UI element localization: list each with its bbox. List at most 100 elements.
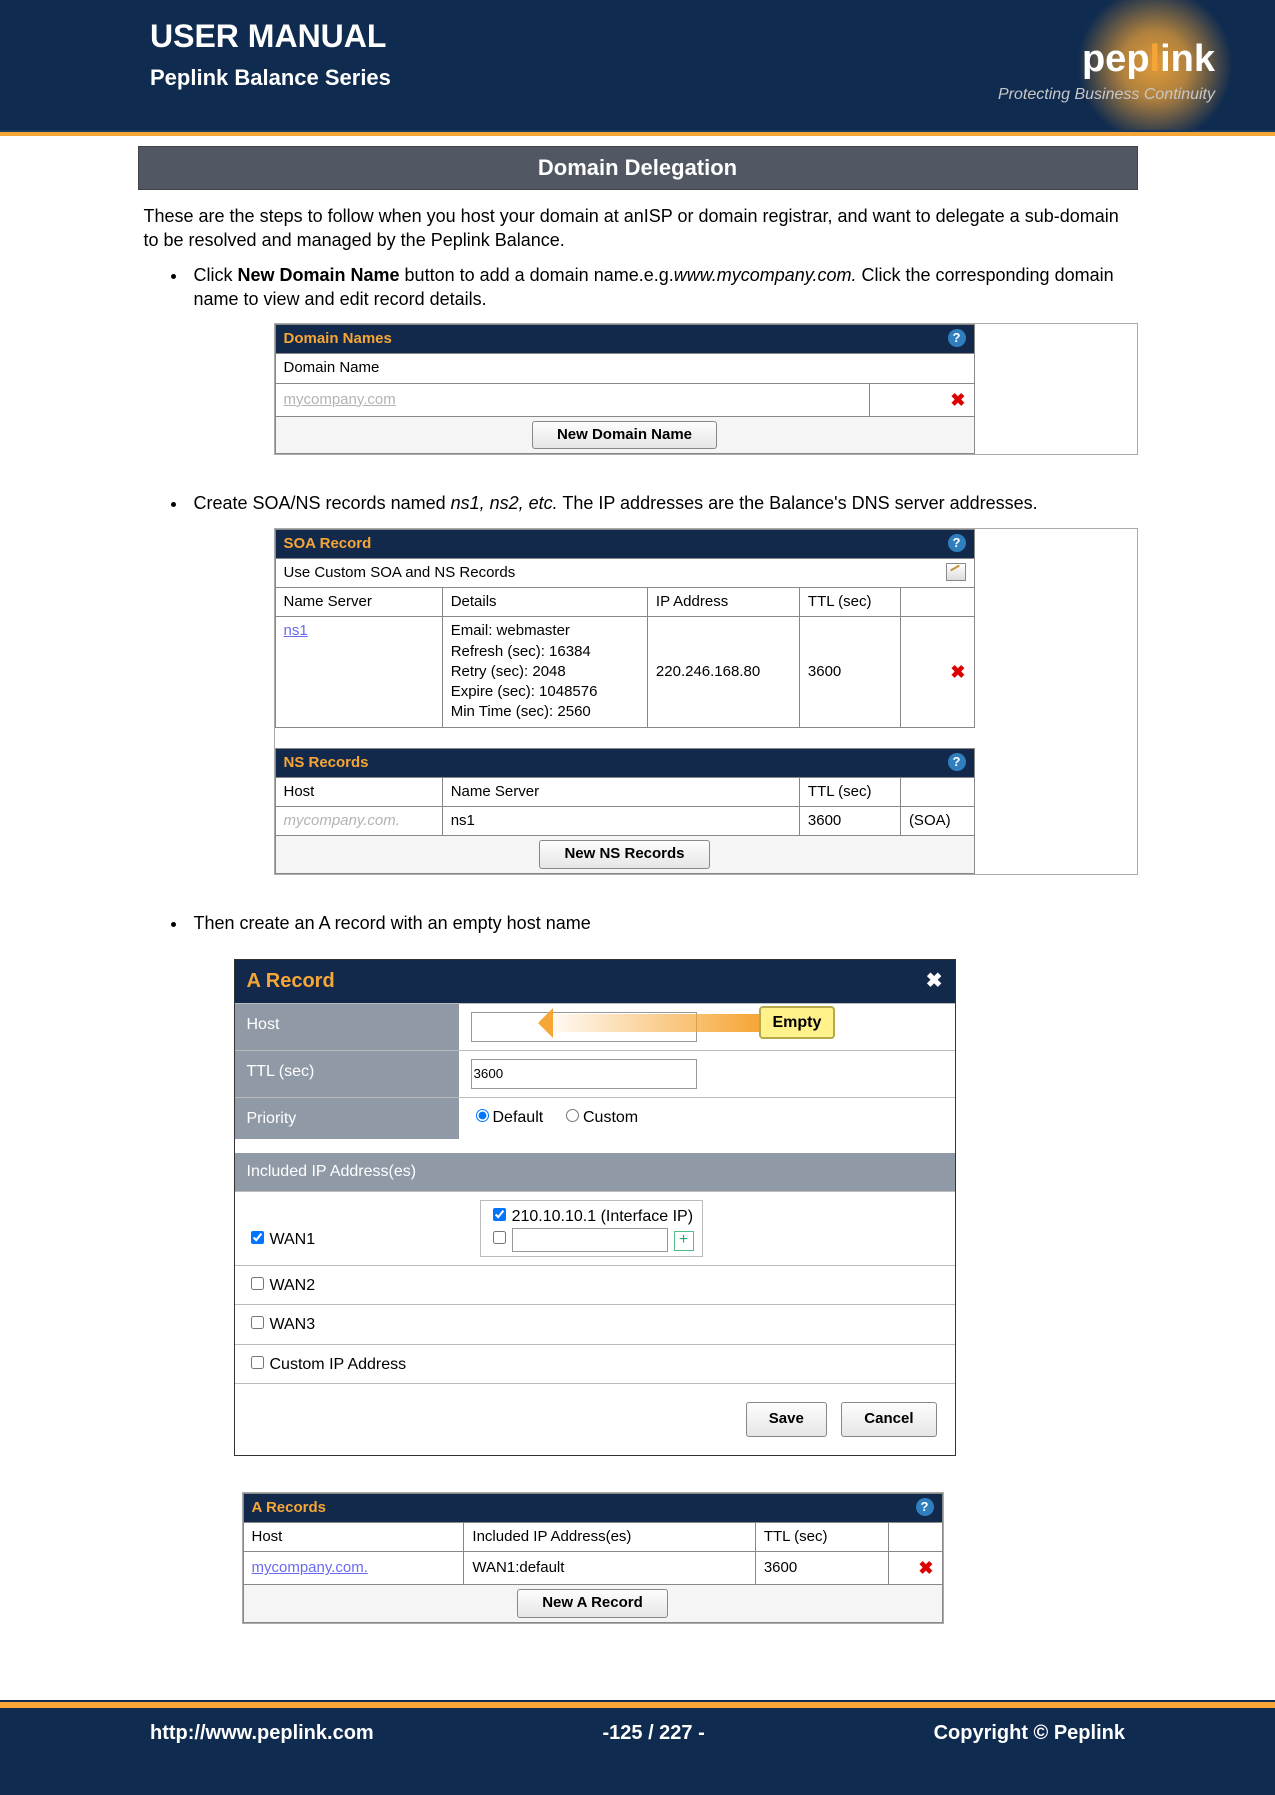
- custom-ip-text: Custom IP Address: [270, 1356, 407, 1373]
- soa-ns-link[interactable]: ns1: [284, 622, 308, 639]
- fig2-soa-col0: Name Server: [275, 588, 442, 617]
- wan1-ip-extra-input[interactable]: [512, 1228, 668, 1252]
- brand-tagline: Protecting Business Continuity: [998, 86, 1215, 104]
- ns-host: mycompany.com.: [284, 812, 400, 829]
- step1-pre: Click: [194, 265, 238, 285]
- a-record-inc: WAN1:default: [464, 1552, 755, 1585]
- step-3: Then create an A record with an empty ho…: [188, 911, 1138, 1624]
- fig4-col2: TTL (sec): [755, 1522, 889, 1551]
- brand-mid: l: [1150, 38, 1161, 80]
- soa-details: Email: webmaster Refresh (sec): 16384 Re…: [442, 617, 647, 727]
- figure-a-records-table: A Records? Host Included IP Address(es) …: [242, 1492, 944, 1624]
- help-icon[interactable]: ?: [916, 1498, 934, 1516]
- step2-pre: Create SOA/NS records named: [194, 493, 451, 513]
- help-icon[interactable]: ?: [948, 534, 966, 552]
- ttl-input[interactable]: [471, 1059, 697, 1089]
- fig2-soa-title: SOA Record?: [275, 529, 974, 558]
- domain-link[interactable]: mycompany.com: [284, 391, 396, 408]
- soa-ttl: 3600: [799, 617, 900, 727]
- fig4-col1: Included IP Address(es): [464, 1522, 755, 1551]
- step1-italic: www.mycompany.com.: [674, 265, 857, 285]
- priority-custom-radio[interactable]: [566, 1109, 579, 1122]
- footer-bar: http://www.peplink.com -125 / 227 - Copy…: [0, 1708, 1275, 1795]
- a-record-host-link[interactable]: mycompany.com.: [252, 1559, 368, 1576]
- fig2-ns-title: NS Records?: [275, 748, 974, 777]
- section-title: Domain Delegation: [138, 146, 1138, 190]
- footer-copy: Copyright © Peplink: [934, 1722, 1125, 1745]
- help-icon[interactable]: ?: [948, 753, 966, 771]
- doc-title: USER MANUAL: [150, 18, 391, 55]
- step3-text: Then create an A record with an empty ho…: [194, 913, 591, 933]
- fig2-ns-col2: TTL (sec): [799, 777, 900, 806]
- header-bar: USER MANUAL Peplink Balance Series pepli…: [0, 0, 1275, 130]
- custom-ip-checkbox[interactable]: [251, 1356, 264, 1369]
- brand-pre: pep: [1082, 38, 1150, 80]
- step-2: Create SOA/NS records named ns1, ns2, et…: [188, 491, 1138, 874]
- empty-callout: Empty: [759, 1006, 836, 1040]
- save-button[interactable]: Save: [746, 1402, 827, 1436]
- a-record-title: A Record: [247, 970, 335, 992]
- wan2-checkbox[interactable]: [251, 1277, 264, 1290]
- doc-subtitle: Peplink Balance Series: [150, 65, 391, 91]
- add-ip-button[interactable]: +: [674, 1231, 694, 1251]
- wan1-ip-checkbox[interactable]: [493, 1208, 506, 1221]
- host-label: Host: [235, 1004, 459, 1050]
- fig2-soa-col1: Details: [442, 588, 647, 617]
- cancel-button[interactable]: Cancel: [841, 1402, 936, 1436]
- close-button[interactable]: ✖: [926, 968, 943, 995]
- priority-default-text: Default: [493, 1109, 544, 1126]
- priority-label: Priority: [235, 1098, 459, 1140]
- step1-bold: New Domain Name: [238, 265, 400, 285]
- wan1-text: WAN1: [270, 1231, 316, 1248]
- fig2-soa-title-text: SOA Record: [284, 535, 372, 552]
- delete-soa-button[interactable]: ✖: [950, 660, 965, 684]
- fig2-soa-col3: TTL (sec): [799, 588, 900, 617]
- step2-italic: ns1, ns2, etc.: [451, 493, 558, 513]
- fig2-ns-col1: Name Server: [442, 777, 799, 806]
- included-ip-label: Included IP Address(es): [235, 1153, 955, 1191]
- fig2-ns-col3: [900, 777, 974, 806]
- wan1-ip-extra-checkbox[interactable]: [493, 1231, 506, 1244]
- edit-icon[interactable]: [946, 563, 966, 581]
- soa-ip: 220.246.168.80: [647, 617, 799, 727]
- priority-custom-text: Custom: [583, 1109, 638, 1126]
- fig2-soa-col2: IP Address: [647, 588, 799, 617]
- new-a-record-button[interactable]: New A Record: [517, 1589, 668, 1617]
- figure-a-record-form: A Record ✖ Host Empty TTL (sec): [234, 959, 956, 1456]
- fig1-title: Domain Names?: [275, 325, 974, 354]
- wan3-text: WAN3: [270, 1316, 316, 1333]
- ttl-label: TTL (sec): [235, 1051, 459, 1097]
- wan1-ip-text: 210.10.10.1 (Interface IP): [512, 1208, 693, 1225]
- fig2-ns-col0: Host: [275, 777, 442, 806]
- footer-url: http://www.peplink.com: [150, 1722, 374, 1745]
- fig1-title-text: Domain Names: [284, 330, 392, 347]
- ns-ttl: 3600: [799, 807, 900, 836]
- wan2-text: WAN2: [270, 1277, 316, 1294]
- new-domain-name-button[interactable]: New Domain Name: [532, 421, 717, 449]
- priority-default-radio[interactable]: [476, 1109, 489, 1122]
- new-ns-records-button[interactable]: New NS Records: [539, 840, 709, 868]
- help-icon[interactable]: ?: [948, 329, 966, 347]
- delete-domain-button[interactable]: ✖: [950, 388, 965, 412]
- wan1-checkbox[interactable]: [251, 1231, 264, 1244]
- fig2-ns-title-text: NS Records: [284, 754, 369, 771]
- ns-tag: (SOA): [900, 807, 974, 836]
- brand-post: ink: [1160, 38, 1215, 80]
- footer-divider: [0, 1700, 1275, 1708]
- step-1: Click New Domain Name button to add a do…: [188, 263, 1138, 456]
- a-record-ttl: 3600: [755, 1552, 889, 1585]
- intro-text: These are the steps to follow when you h…: [138, 190, 1138, 259]
- fig2-soa-row: Use Custom SOA and NS Records: [275, 558, 974, 587]
- arrow-icon: [539, 1014, 759, 1032]
- fig4-col0: Host: [243, 1522, 464, 1551]
- wan1-row: WAN1 210.10.10.1 (Interface IP) +: [235, 1191, 955, 1265]
- wan3-checkbox[interactable]: [251, 1316, 264, 1329]
- fig2-soa-row-text: Use Custom SOA and NS Records: [284, 564, 516, 581]
- delete-a-record-button[interactable]: ✖: [918, 1556, 933, 1580]
- footer-page: -125 / 227 -: [602, 1722, 704, 1745]
- brand-logo: peplink Protecting Business Continuity: [895, 0, 1245, 130]
- ns-ns: ns1: [442, 807, 799, 836]
- figure-soa-ns: SOA Record? Use Custom SOA and NS Record…: [274, 528, 1138, 875]
- fig4-title: A Records: [252, 1499, 326, 1516]
- step2-post: The IP addresses are the Balance's DNS s…: [558, 493, 1038, 513]
